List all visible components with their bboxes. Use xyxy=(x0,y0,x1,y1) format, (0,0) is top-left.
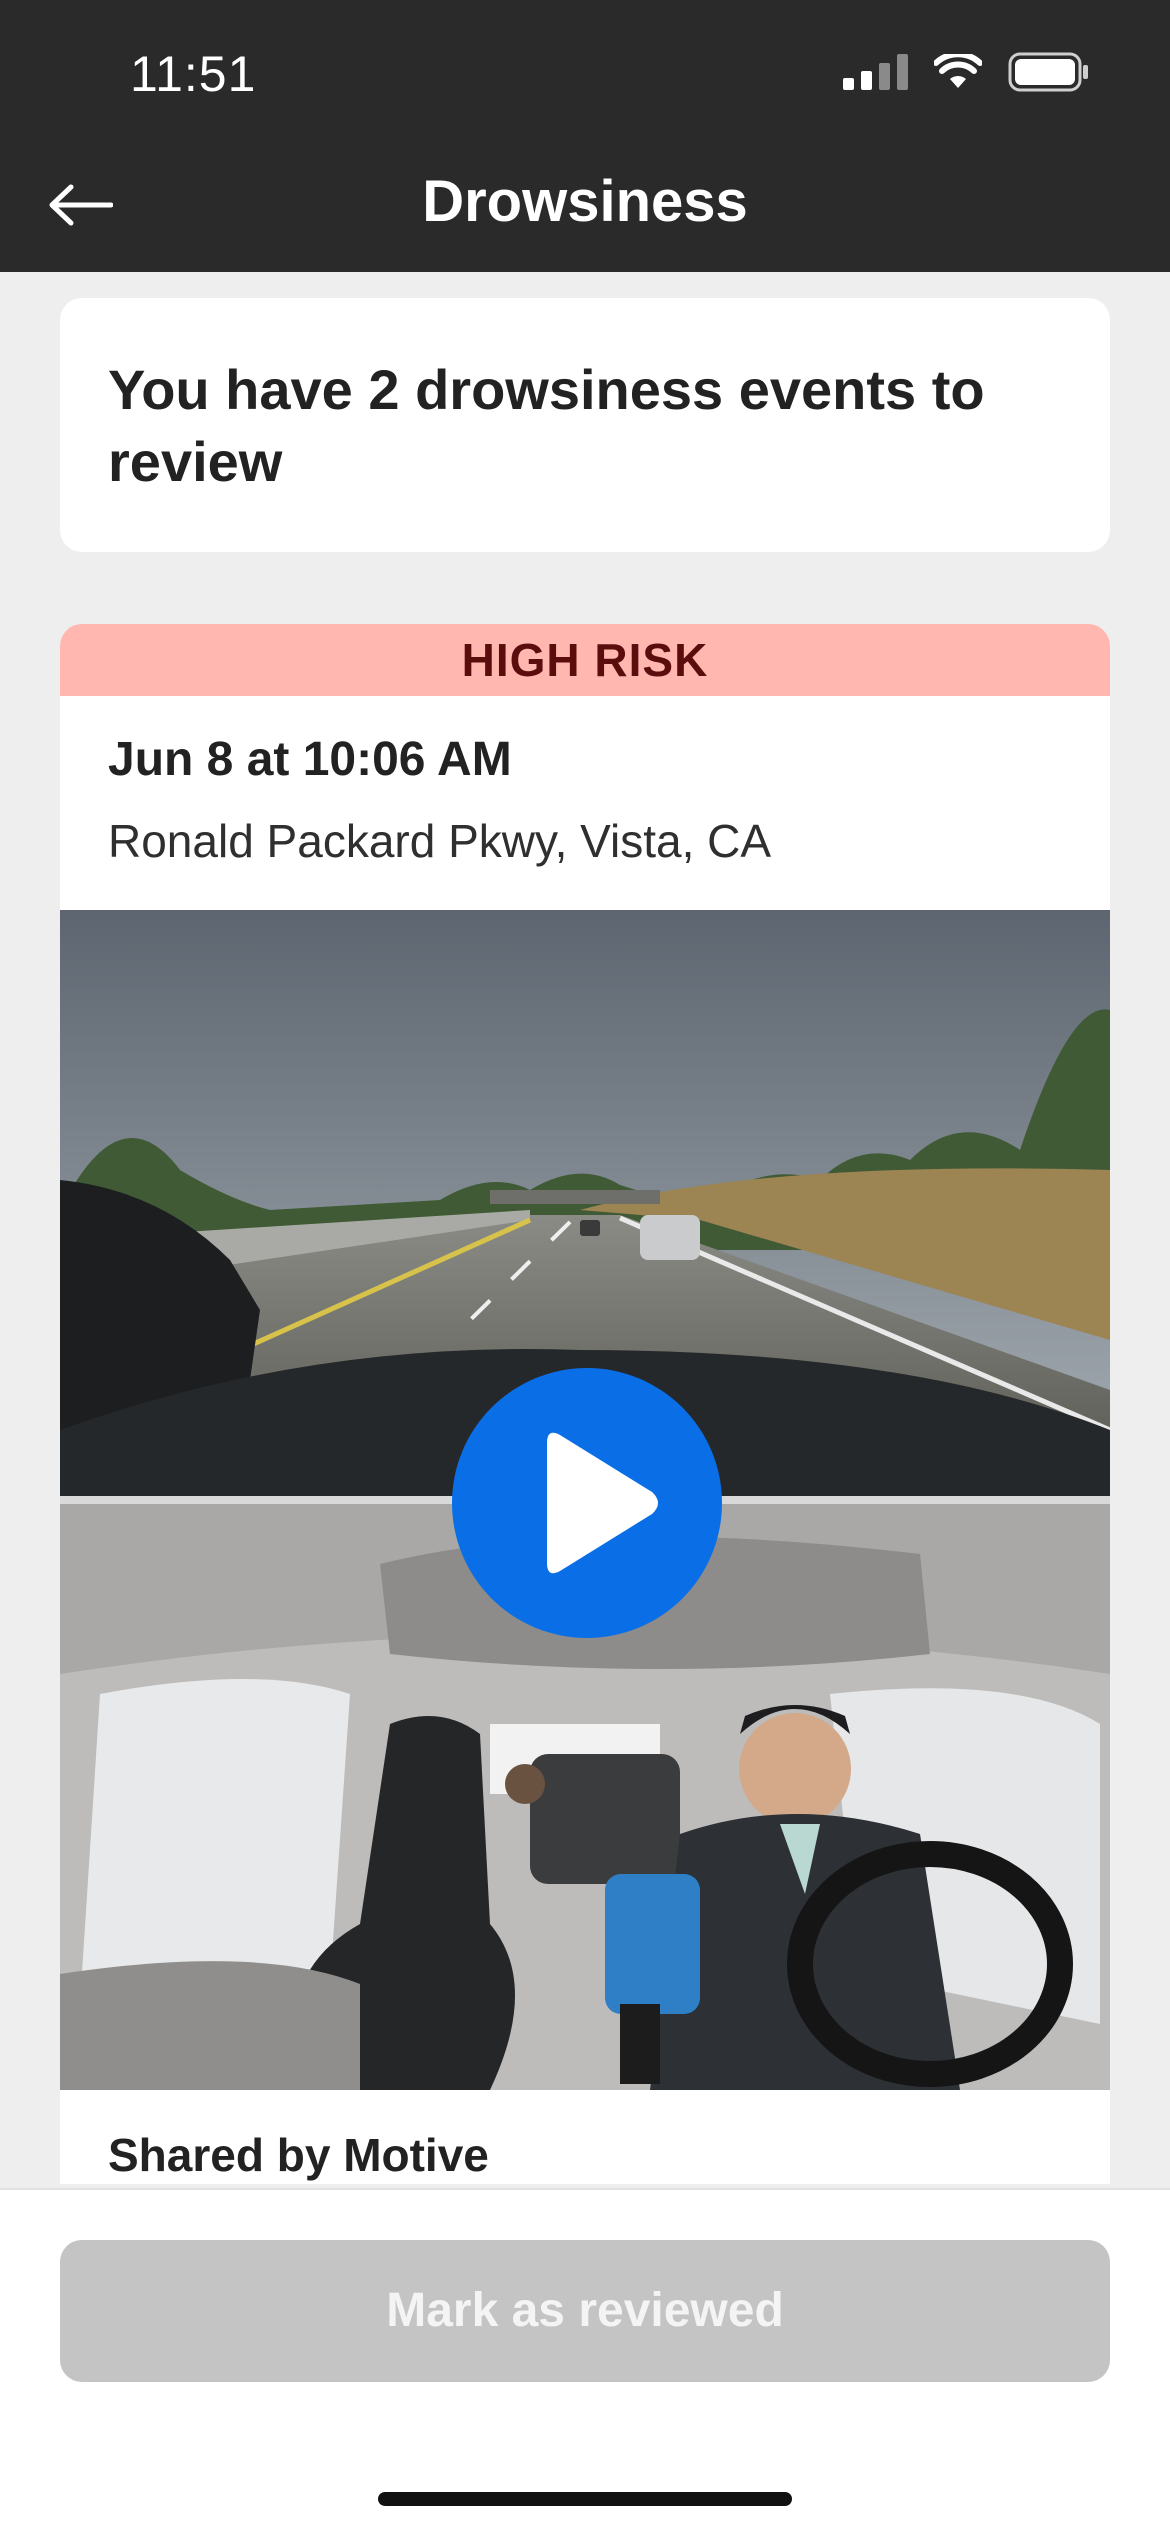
review-summary-text: You have 2 drowsiness events to review xyxy=(108,358,985,493)
review-summary-card: You have 2 drowsiness events to review xyxy=(60,298,1110,552)
event-location: Ronald Packard Pkwy, Vista, CA xyxy=(108,815,772,867)
event-date: Jun 8 at 10:06 AM xyxy=(108,733,512,786)
shared-by-label: Shared by Motive xyxy=(108,2129,489,2181)
battery-icon xyxy=(1008,52,1088,92)
play-button[interactable] xyxy=(452,1368,722,1638)
bottom-action-bar: Mark as reviewed xyxy=(0,2188,1170,2534)
wifi-icon xyxy=(934,54,982,88)
status-icons xyxy=(843,52,1090,92)
mark-as-reviewed-button[interactable]: Mark as reviewed xyxy=(60,2240,1110,2382)
event-card[interactable]: HIGH RISK Jun 8 at 10:06 AM Ronald Packa… xyxy=(60,624,1110,2184)
play-icon xyxy=(547,1432,658,1574)
status-time: 11:51 xyxy=(130,46,257,102)
risk-badge: HIGH RISK xyxy=(60,624,1110,696)
cellular-signal-icon xyxy=(843,54,908,90)
page-title: Drowsiness xyxy=(422,169,748,234)
event-video[interactable] xyxy=(60,910,1110,2090)
top-bar: 11:51 Drowsiness xyxy=(0,0,1170,272)
home-indicator[interactable] xyxy=(378,2492,792,2506)
